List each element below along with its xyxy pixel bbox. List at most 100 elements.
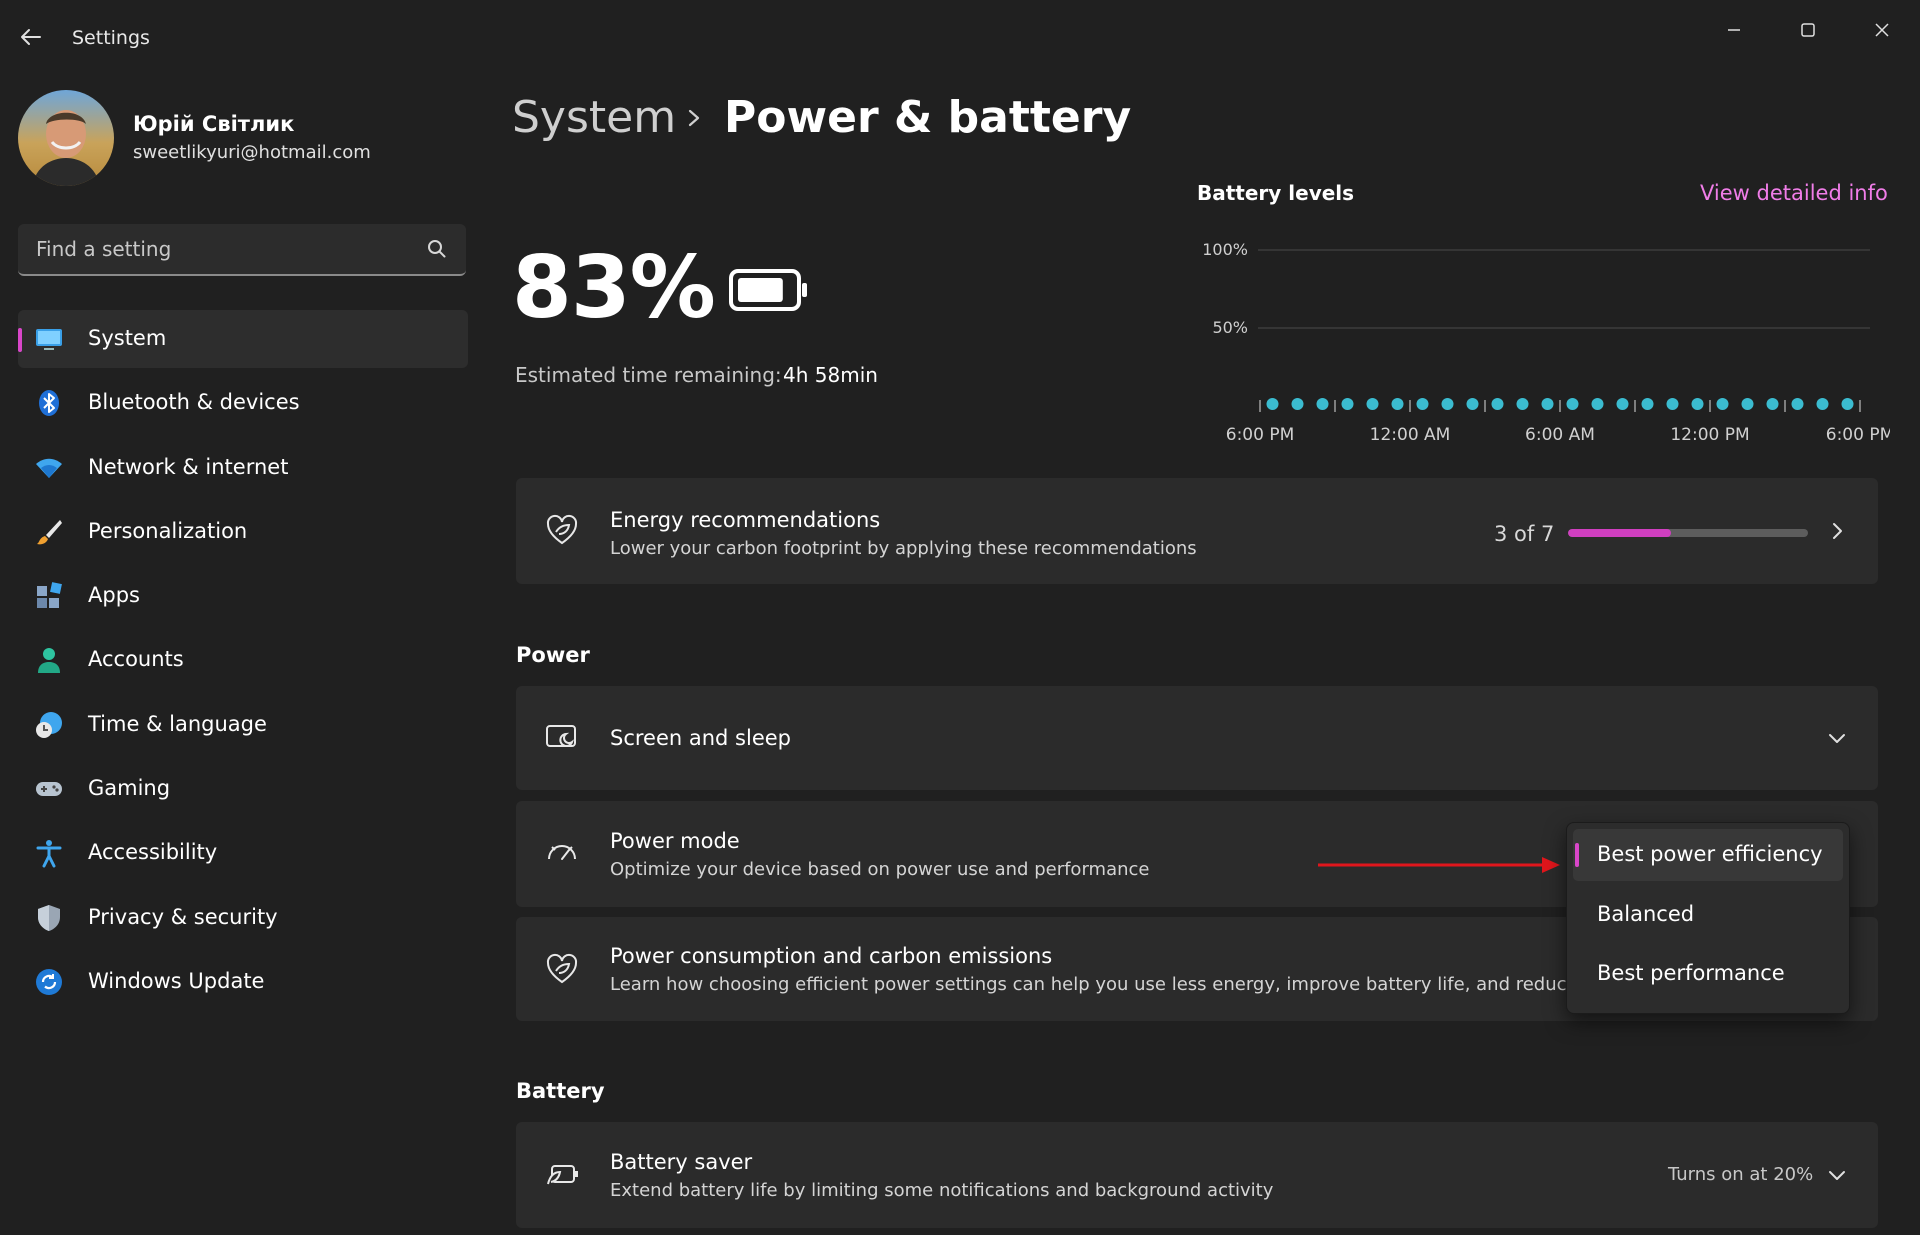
- data-point: [1716, 398, 1729, 410]
- battery-saver-status: Turns on at 20%: [1668, 1164, 1814, 1185]
- avatar[interactable]: [18, 90, 114, 186]
- y-tick-label: 50%: [1212, 318, 1248, 337]
- sidebar-item-label: System: [88, 326, 167, 350]
- chevron-right-icon: [1826, 520, 1848, 542]
- battery-saver-icon: [544, 1156, 580, 1192]
- gamepad-icon: [34, 774, 64, 804]
- data-point: [1466, 398, 1479, 410]
- recommendations-progress-bar: [1568, 529, 1808, 537]
- sidebar-item-label: Accounts: [88, 647, 184, 672]
- data-point: [1566, 398, 1579, 410]
- system-monitor-icon: [34, 324, 64, 354]
- power-mode-option-balanced[interactable]: Balanced: [1573, 889, 1843, 941]
- recommendations-count: 3 of 7: [1494, 522, 1555, 546]
- maximize-icon[interactable]: [1778, 10, 1838, 50]
- energy-recommendations-subtitle: Lower your carbon footprint by applying …: [610, 538, 1197, 559]
- data-point: [1441, 398, 1454, 410]
- power-consumption-title: Power consumption and carbon emissions: [610, 944, 1053, 968]
- x-tick-label: 6:00 PM: [1826, 425, 1890, 445]
- close-icon[interactable]: [1852, 10, 1912, 50]
- power-mode-dropdown[interactable]: Best power efficiency Balanced Best perf…: [1566, 822, 1850, 1014]
- sidebar-item-label: Time & language: [88, 711, 267, 736]
- search-box[interactable]: [18, 224, 466, 276]
- power-consumption-subtitle: Learn how choosing efficient power setti…: [610, 974, 1612, 995]
- sidebar-item-label: Gaming: [88, 776, 171, 801]
- y-tick-label: 100%: [1202, 240, 1248, 259]
- person-icon: [34, 645, 64, 675]
- x-tick-label: 12:00 PM: [1670, 425, 1749, 445]
- screen-and-sleep-card[interactable]: Screen and sleep: [516, 686, 1878, 790]
- x-tick-label: 12:00 AM: [1370, 425, 1451, 445]
- accessibility-icon: [34, 838, 64, 868]
- sidebar-item-system[interactable]: System: [18, 310, 468, 368]
- progress-fill: [1568, 529, 1672, 537]
- data-point: [1266, 398, 1279, 410]
- sidebar-item-gaming[interactable]: Gaming: [18, 760, 468, 818]
- battery-saver-title: Battery saver: [610, 1150, 753, 1174]
- data-point: [1741, 398, 1754, 410]
- sidebar-item-privacy-security[interactable]: Privacy & security: [18, 889, 468, 947]
- screen-and-sleep-title: Screen and sleep: [610, 726, 792, 750]
- battery-fill: [738, 278, 783, 302]
- sidebar-item-accessibility[interactable]: Accessibility: [18, 824, 468, 882]
- bluetooth-icon: [34, 388, 64, 418]
- data-point: [1591, 398, 1604, 410]
- data-point: [1541, 398, 1554, 410]
- sidebar-item-label: Privacy & security: [88, 904, 278, 929]
- search-input[interactable]: [34, 234, 418, 264]
- view-detailed-info-link[interactable]: View detailed info: [1700, 181, 1888, 205]
- data-point: [1316, 398, 1329, 410]
- screen-sleep-icon: [544, 720, 580, 756]
- selection-indicator: [1575, 843, 1579, 867]
- paintbrush-icon: [34, 517, 64, 547]
- energy-recommendations-title: Energy recommendations: [610, 508, 881, 532]
- option-label: Best performance: [1597, 961, 1785, 985]
- data-point: [1641, 398, 1654, 410]
- data-point: [1841, 398, 1854, 410]
- chevron-down-icon: [1826, 1164, 1848, 1186]
- x-tick-label: 6:00 PM: [1226, 425, 1295, 445]
- power-mode-option-best-efficiency[interactable]: Best power efficiency: [1573, 829, 1843, 881]
- data-point: [1516, 398, 1529, 410]
- section-title-power: Power: [516, 643, 590, 667]
- breadcrumb-parent[interactable]: System: [512, 92, 676, 143]
- sidebar-nav: System Bluetooth & devices Network & int…: [18, 310, 468, 1017]
- data-point: [1666, 398, 1679, 410]
- sidebar-item-bluetooth[interactable]: Bluetooth & devices: [18, 374, 468, 432]
- data-point: [1366, 398, 1379, 410]
- sidebar-item-network[interactable]: Network & internet: [18, 439, 468, 497]
- sidebar-item-label: Network & internet: [88, 454, 289, 479]
- speedometer-icon: [544, 835, 580, 871]
- sidebar-item-windows-update[interactable]: Windows Update: [18, 953, 468, 1011]
- minimize-icon[interactable]: [1704, 10, 1764, 50]
- data-point: [1291, 398, 1304, 410]
- x-tick-label: 6:00 AM: [1525, 425, 1595, 445]
- red-arrow-annotation: [1318, 857, 1560, 873]
- option-label: Best power efficiency: [1597, 842, 1823, 866]
- chevron-down-icon: [1826, 727, 1848, 749]
- battery-saver-subtitle: Extend battery life by limiting some not…: [610, 1180, 1274, 1201]
- sidebar-item-accounts[interactable]: Accounts: [18, 631, 468, 689]
- power-mode-option-best-performance[interactable]: Best performance: [1573, 948, 1843, 1000]
- chevron-right-icon: [682, 98, 706, 138]
- user-name: Юрій Світлик: [133, 112, 295, 136]
- shield-icon: [34, 903, 64, 933]
- data-point: [1616, 398, 1629, 410]
- chart-title: Battery levels: [1197, 181, 1355, 205]
- sidebar-item-apps[interactable]: Apps: [18, 567, 468, 625]
- data-point: [1766, 398, 1779, 410]
- data-point: [1816, 398, 1829, 410]
- user-email: sweetlikyuri@hotmail.com: [133, 142, 371, 163]
- title-bar: Settings: [0, 0, 1920, 76]
- data-point: [1791, 398, 1804, 410]
- option-label: Balanced: [1597, 902, 1695, 926]
- data-point: [1691, 398, 1704, 410]
- search-icon[interactable]: [426, 238, 448, 260]
- leaf-heart-icon: [544, 512, 580, 548]
- back-arrow-icon[interactable]: [18, 24, 44, 50]
- sidebar-item-personalization[interactable]: Personalization: [18, 503, 468, 561]
- sidebar-item-time-language[interactable]: Time & language: [18, 696, 468, 754]
- estimated-time-value: 4h 58min: [783, 363, 878, 387]
- battery-percentage: 83%: [512, 238, 716, 338]
- update-icon: [34, 967, 64, 997]
